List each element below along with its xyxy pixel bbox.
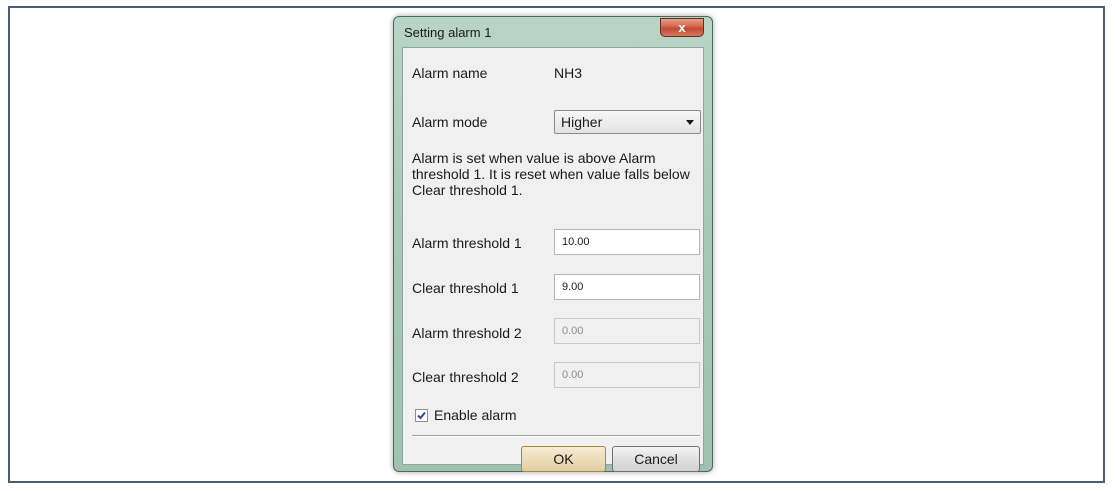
- clear-threshold-1-input[interactable]: 9.00: [554, 274, 700, 300]
- alarm-threshold-1-input[interactable]: 10.00: [554, 229, 700, 255]
- checkmark-icon: [417, 411, 426, 420]
- enable-alarm-label[interactable]: Enable alarm: [434, 407, 517, 423]
- alarm-threshold-1-label: Alarm threshold 1: [412, 235, 522, 251]
- alarm-name-value: NH3: [554, 65, 583, 81]
- divider: [412, 435, 700, 437]
- title-bar[interactable]: Setting alarm 1 x: [394, 17, 712, 47]
- dialog-body: Alarm name NH3 Alarm mode Higher Alarm i…: [402, 47, 704, 472]
- close-button[interactable]: x: [660, 18, 704, 37]
- clear-threshold-2-input: 0.00: [554, 362, 700, 388]
- alarm-threshold-2-label: Alarm threshold 2: [412, 325, 522, 341]
- clear-threshold-1-label: Clear threshold 1: [412, 280, 519, 296]
- enable-alarm-checkbox[interactable]: [415, 409, 428, 422]
- alarm-mode-label: Alarm mode: [412, 114, 488, 130]
- close-icon: x: [678, 20, 686, 35]
- alarm-mode-selected-value: Higher: [561, 114, 603, 130]
- chevron-down-icon: [686, 120, 694, 125]
- clear-threshold-2-label: Clear threshold 2: [412, 369, 519, 385]
- alarm-name-label: Alarm name: [412, 65, 488, 81]
- alarm-settings-dialog: Setting alarm 1 x Alarm name NH3 Alarm m…: [393, 16, 713, 472]
- cancel-button[interactable]: Cancel: [612, 446, 700, 472]
- dialog-title: Setting alarm 1: [404, 25, 492, 40]
- alarm-mode-description: Alarm is set when value is above Alarm t…: [412, 150, 690, 198]
- alarm-mode-select[interactable]: Higher: [554, 110, 701, 134]
- ok-button[interactable]: OK: [521, 446, 606, 472]
- alarm-threshold-2-input: 0.00: [554, 318, 700, 344]
